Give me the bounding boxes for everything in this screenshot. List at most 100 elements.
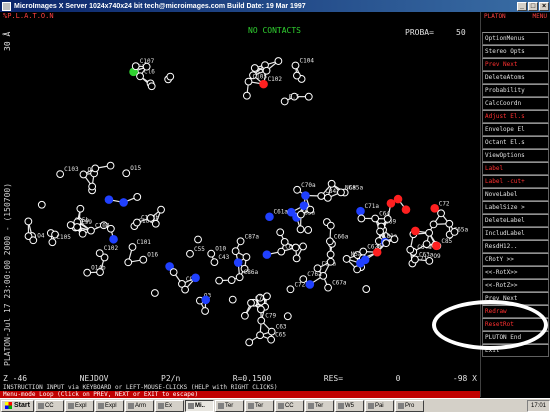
atom-carbon[interactable] — [236, 237, 245, 246]
atom-nitrogen[interactable] — [104, 195, 114, 204]
atom-carbon[interactable] — [274, 57, 283, 65]
atom-nitrogen[interactable] — [265, 212, 274, 222]
atom-carbon[interactable] — [139, 255, 148, 264]
atom-nitrogen[interactable] — [356, 206, 365, 216]
menu-item-label[interactable]: Label — [482, 162, 549, 175]
atom-carbon[interactable] — [296, 225, 305, 234]
atom-carbon[interactable] — [250, 64, 259, 72]
molecule-drawing[interactable]: C14Cl6C107O.5Cl4C104C102C105O14bC101bC10… — [0, 21, 480, 374]
taskbar-task[interactable]: Ter — [304, 399, 334, 412]
atom-carbon[interactable] — [304, 92, 313, 101]
atom-carbon[interactable] — [83, 268, 92, 277]
atom-carbon[interactable] — [242, 91, 251, 100]
atom-carbon[interactable] — [194, 235, 202, 244]
atom-carbon[interactable] — [29, 236, 38, 245]
atom-carbon[interactable] — [124, 258, 133, 267]
taskbar-task[interactable]: Ter — [244, 399, 274, 412]
atom-oxygen[interactable] — [372, 247, 382, 257]
atom-carbon[interactable] — [79, 170, 88, 179]
atom-carbon[interactable] — [231, 247, 240, 256]
atom-nitrogen[interactable] — [356, 258, 365, 268]
menu-item-deletelabel[interactable]: DeleteLabel — [482, 214, 549, 227]
atom-carbon[interactable] — [146, 214, 155, 222]
taskbar-task[interactable]: CC — [34, 399, 64, 412]
atom-carbon[interactable] — [357, 214, 366, 223]
menu-item-envelope-el[interactable]: Envelope El — [482, 123, 549, 136]
atom-carbon[interactable] — [323, 193, 332, 202]
minimize-button[interactable]: _ — [517, 1, 527, 11]
menu-item-calccoordn[interactable]: CalcCoordn — [482, 97, 549, 110]
taskbar-task[interactable]: Expl — [94, 399, 124, 412]
atom-carbon[interactable] — [293, 185, 302, 194]
atom-carbon[interactable] — [376, 227, 384, 236]
atom-carbon[interactable] — [277, 247, 286, 256]
taskbar-task[interactable]: Arm — [124, 399, 154, 412]
taskbar-task[interactable]: CC — [274, 399, 304, 412]
menu-item-deleteatoms[interactable]: DeleteAtoms — [482, 71, 549, 84]
taskbar-task[interactable]: Pro — [394, 399, 424, 412]
menu-item-rotz[interactable]: <<-RotZ>> — [482, 279, 549, 292]
atom-nitrogen[interactable] — [191, 273, 200, 283]
atom-carbon[interactable] — [247, 298, 255, 307]
atom-carbon[interactable] — [411, 255, 419, 264]
atom-carbon[interactable] — [326, 257, 335, 266]
atom-carbon[interactable] — [304, 226, 313, 234]
atom-carbon[interactable] — [136, 72, 144, 81]
atom-carbon[interactable] — [257, 316, 266, 325]
menu-item-probability[interactable]: Probability — [482, 84, 549, 97]
atom-carbon[interactable] — [437, 209, 445, 218]
menu-item-labelsize[interactable]: LabelSize > — [482, 201, 549, 214]
atom-carbon[interactable] — [151, 219, 160, 228]
menu-item-viewoptions[interactable]: ViewOptions — [482, 149, 549, 162]
close-button[interactable]: × — [539, 1, 549, 11]
atom-carbon[interactable] — [122, 169, 131, 178]
atom-carbon[interactable] — [166, 72, 175, 81]
atom-carbon[interactable] — [24, 217, 33, 226]
atom-oxygen[interactable] — [393, 194, 403, 204]
atom-carbon[interactable] — [280, 97, 289, 106]
atom-nitrogen[interactable] — [109, 234, 118, 244]
atom-carbon[interactable] — [244, 77, 253, 86]
atom-carbon[interactable] — [207, 249, 216, 258]
atom-carbon[interactable] — [56, 170, 65, 178]
atom-carbon[interactable] — [228, 295, 237, 304]
atom-carbon[interactable] — [235, 273, 244, 282]
start-button[interactable]: Start — [1, 399, 34, 412]
menu-item-novelabel[interactable]: NoveLabel — [482, 188, 549, 201]
menu-item-croty[interactable]: CRotY >> — [482, 253, 549, 266]
menu-item-label-cut[interactable]: Label -cut+ — [482, 175, 549, 188]
atom-carbon[interactable] — [150, 289, 159, 297]
molecule-canvas[interactable]: C14Cl6C107O.5Cl4C104C102C105O14bC101bC10… — [0, 21, 480, 374]
atom-carbon[interactable] — [128, 243, 137, 251]
atom-carbon[interactable] — [406, 245, 415, 254]
atom-carbon[interactable] — [425, 228, 434, 237]
atom-carbon[interactable] — [382, 239, 390, 248]
atom-carbon[interactable] — [133, 193, 142, 201]
atom-carbon[interactable] — [342, 255, 351, 263]
atom-carbon[interactable] — [131, 62, 140, 71]
menu-item-includlabel[interactable]: IncludLabel — [482, 227, 549, 240]
atom-nitrogen[interactable] — [299, 201, 309, 210]
atom-oxygen[interactable] — [432, 241, 441, 251]
menu-item-optionmenus[interactable]: OptionMenus — [482, 32, 549, 45]
atom-oxygen[interactable] — [411, 226, 420, 236]
atom-nitrogen[interactable] — [301, 191, 310, 200]
system-tray-clock[interactable]: 17:01 — [526, 399, 550, 412]
atom-carbon[interactable] — [326, 221, 335, 230]
atom-carbon[interactable] — [37, 200, 46, 209]
atom-carbon[interactable] — [263, 292, 271, 301]
menu-item-rotx[interactable]: <<-RotX>> — [482, 266, 549, 279]
atom-carbon[interactable] — [291, 61, 300, 70]
atom-nitrogen[interactable] — [233, 258, 243, 267]
atom-carbon[interactable] — [91, 164, 100, 173]
atom-carbon[interactable] — [326, 250, 335, 259]
atom-carbon[interactable] — [106, 161, 115, 170]
atom-carbon[interactable] — [227, 276, 236, 284]
atom-carbon[interactable] — [66, 221, 75, 229]
atom-nitrogen[interactable] — [286, 207, 296, 217]
atom-carbon[interactable] — [293, 71, 301, 80]
atom-carbon[interactable] — [210, 258, 219, 267]
window-title-bar[interactable]: MicroImages X Server 1024x740x24 bit tec… — [0, 0, 550, 12]
taskbar-task[interactable]: Expl — [64, 399, 94, 412]
menu-item-prev-next[interactable]: Prev Next — [482, 58, 549, 71]
